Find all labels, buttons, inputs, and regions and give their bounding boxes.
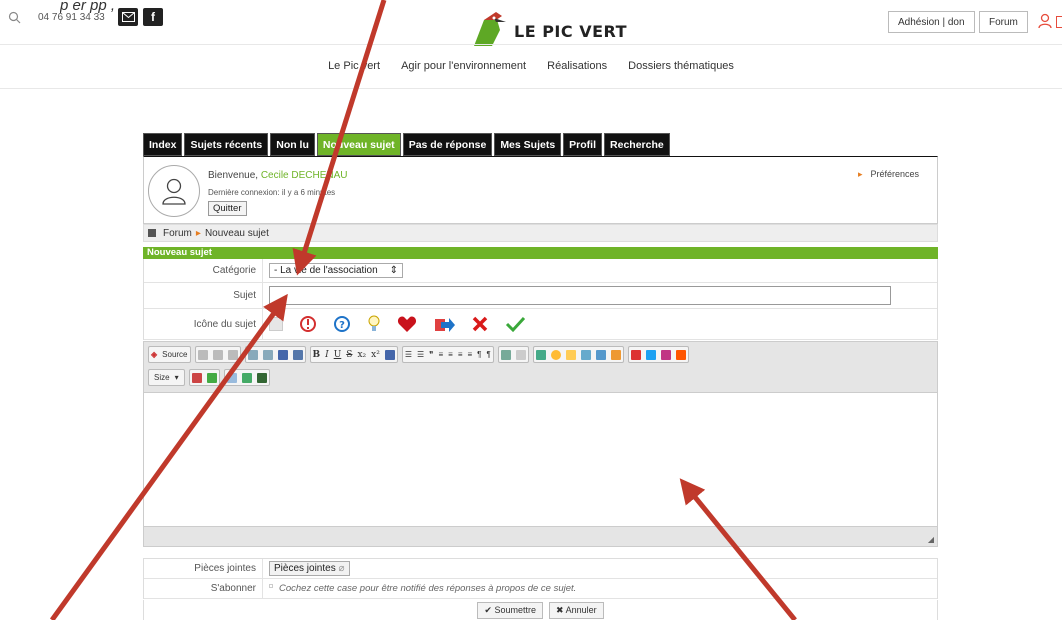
annotation-arrows	[49, 0, 797, 620]
arrow-to-category	[292, 0, 387, 276]
arrow-to-editor	[679, 478, 797, 620]
page: p er pp , 04 76 91 34 33 f LE PIC VERT A…	[0, 0, 1062, 620]
arrow-to-subject	[49, 293, 288, 620]
